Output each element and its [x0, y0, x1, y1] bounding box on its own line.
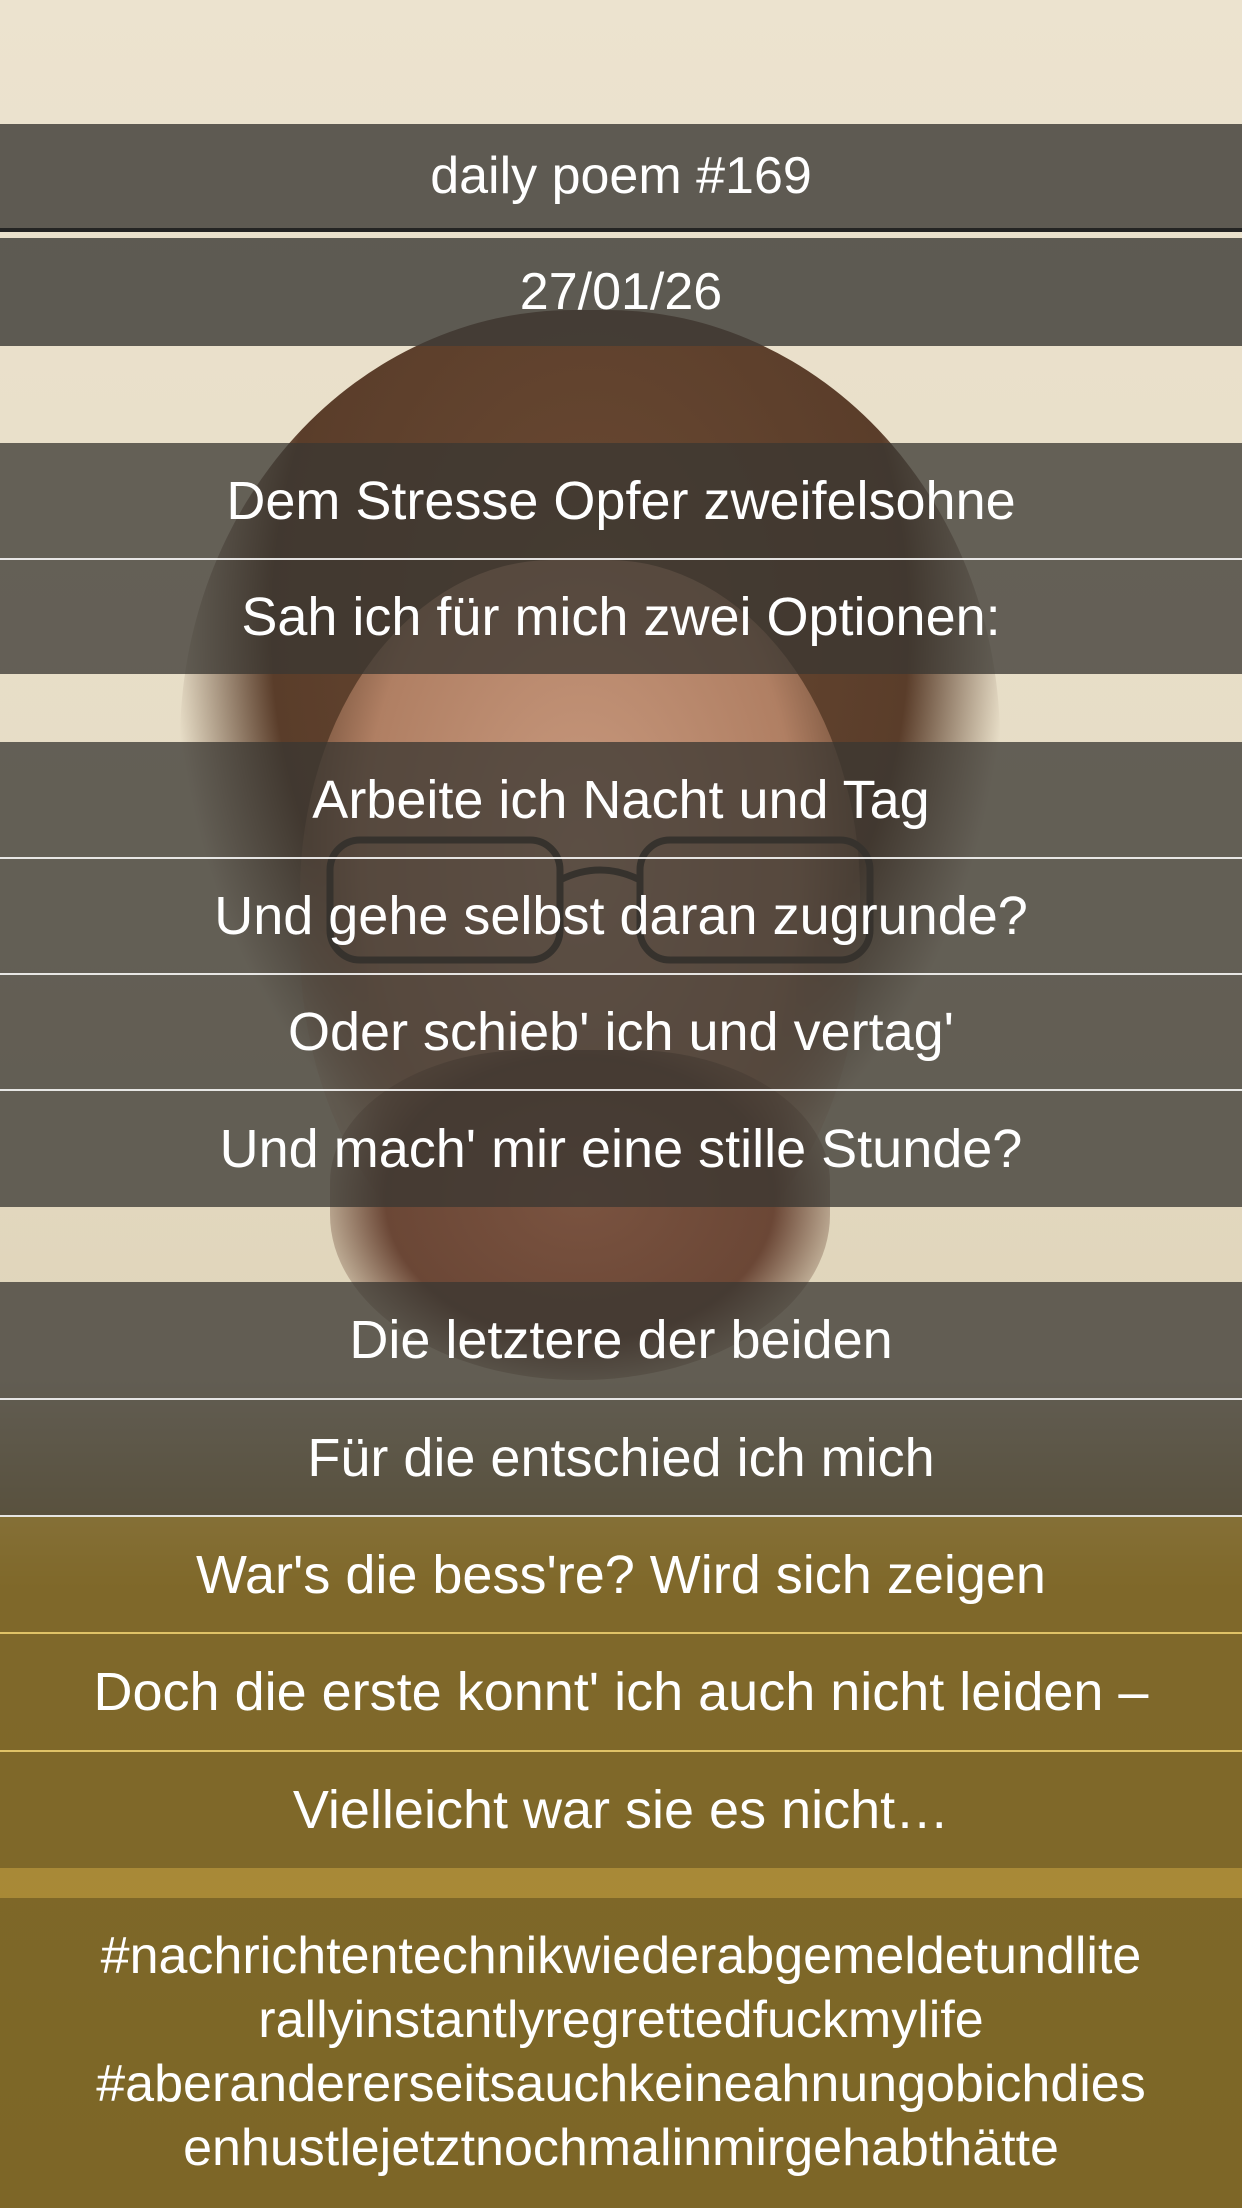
poem-date: 27/01/26	[519, 263, 723, 321]
poem-date-band: 27/01/26	[0, 238, 1242, 346]
poem-line: Arbeite ich Nacht und Tag	[0, 742, 1242, 859]
poem-line: Dem Stresse Opfer zweifelsohne	[0, 443, 1242, 560]
hashtag-line: rallyinstantlyregrettedfuckmylife	[258, 1991, 984, 2049]
poem-line: Doch die erste konnt' ich auch nicht lei…	[0, 1634, 1242, 1752]
poem-line: Und gehe selbst daran zugrunde?	[0, 859, 1242, 975]
poem-line: Die letztere der beiden	[0, 1282, 1242, 1400]
background-photo: daily poem #169 27/01/26 Dem Stresse Opf…	[0, 0, 1242, 2208]
hashtag-line: #nachrichtentechnikwiederabgemeldetundli…	[100, 1927, 1142, 1985]
poem-line: War's die bess're? Wird sich zeigen	[0, 1517, 1242, 1634]
poem-title-band: daily poem #169	[0, 124, 1242, 232]
poem-line: Sah ich für mich zwei Optionen:	[0, 560, 1242, 674]
hashtags-block: #nachrichtentechnikwiederabgemeldetundli…	[0, 1898, 1242, 2208]
hashtag-line: #aberandererseitsauchkeineahnungobichdie…	[96, 2055, 1146, 2113]
poem-line: Oder schieb' ich und vertag'	[0, 975, 1242, 1091]
poem-line: Vielleicht war sie es nicht…	[0, 1752, 1242, 1868]
hashtag-line: enhustlejetztnochmalinmirgehabthätte	[183, 2119, 1059, 2177]
poem-line: Für die entschied ich mich	[0, 1400, 1242, 1517]
poem-line: Und mach' mir eine stille Stunde?	[0, 1091, 1242, 1207]
poem-title: daily poem #169	[430, 147, 812, 205]
